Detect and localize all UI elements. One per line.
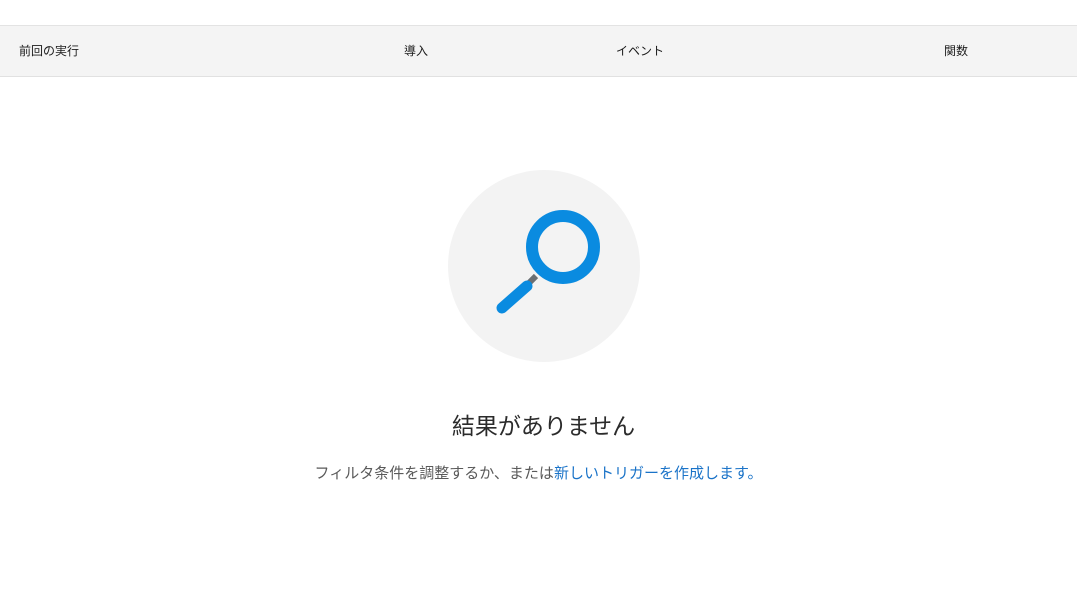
table-header: 前回の実行 導入 イベント 関数 (0, 25, 1077, 77)
magnifier-icon (496, 210, 600, 314)
column-header-deployment[interactable]: 導入 (404, 26, 428, 76)
column-header-last-run[interactable]: 前回の実行 (19, 26, 79, 76)
empty-state-message: フィルタ条件を調整するか、または新しいトリガーを作成します。 (0, 462, 1077, 483)
empty-state-title: 結果がありません (451, 414, 636, 440)
empty-state-illustration (448, 170, 640, 362)
column-header-function[interactable]: 関数 (944, 26, 968, 76)
create-trigger-link[interactable]: 新しいトリガーを作成します。 (554, 464, 763, 482)
empty-state: 結果がありません フィルタ条件を調整するか、または新しいトリガーを作成します。 (0, 77, 1077, 603)
top-strip (0, 0, 1077, 25)
column-header-event[interactable]: イベント (616, 26, 664, 76)
empty-state-message-text: フィルタ条件を調整するか、または (314, 464, 554, 482)
